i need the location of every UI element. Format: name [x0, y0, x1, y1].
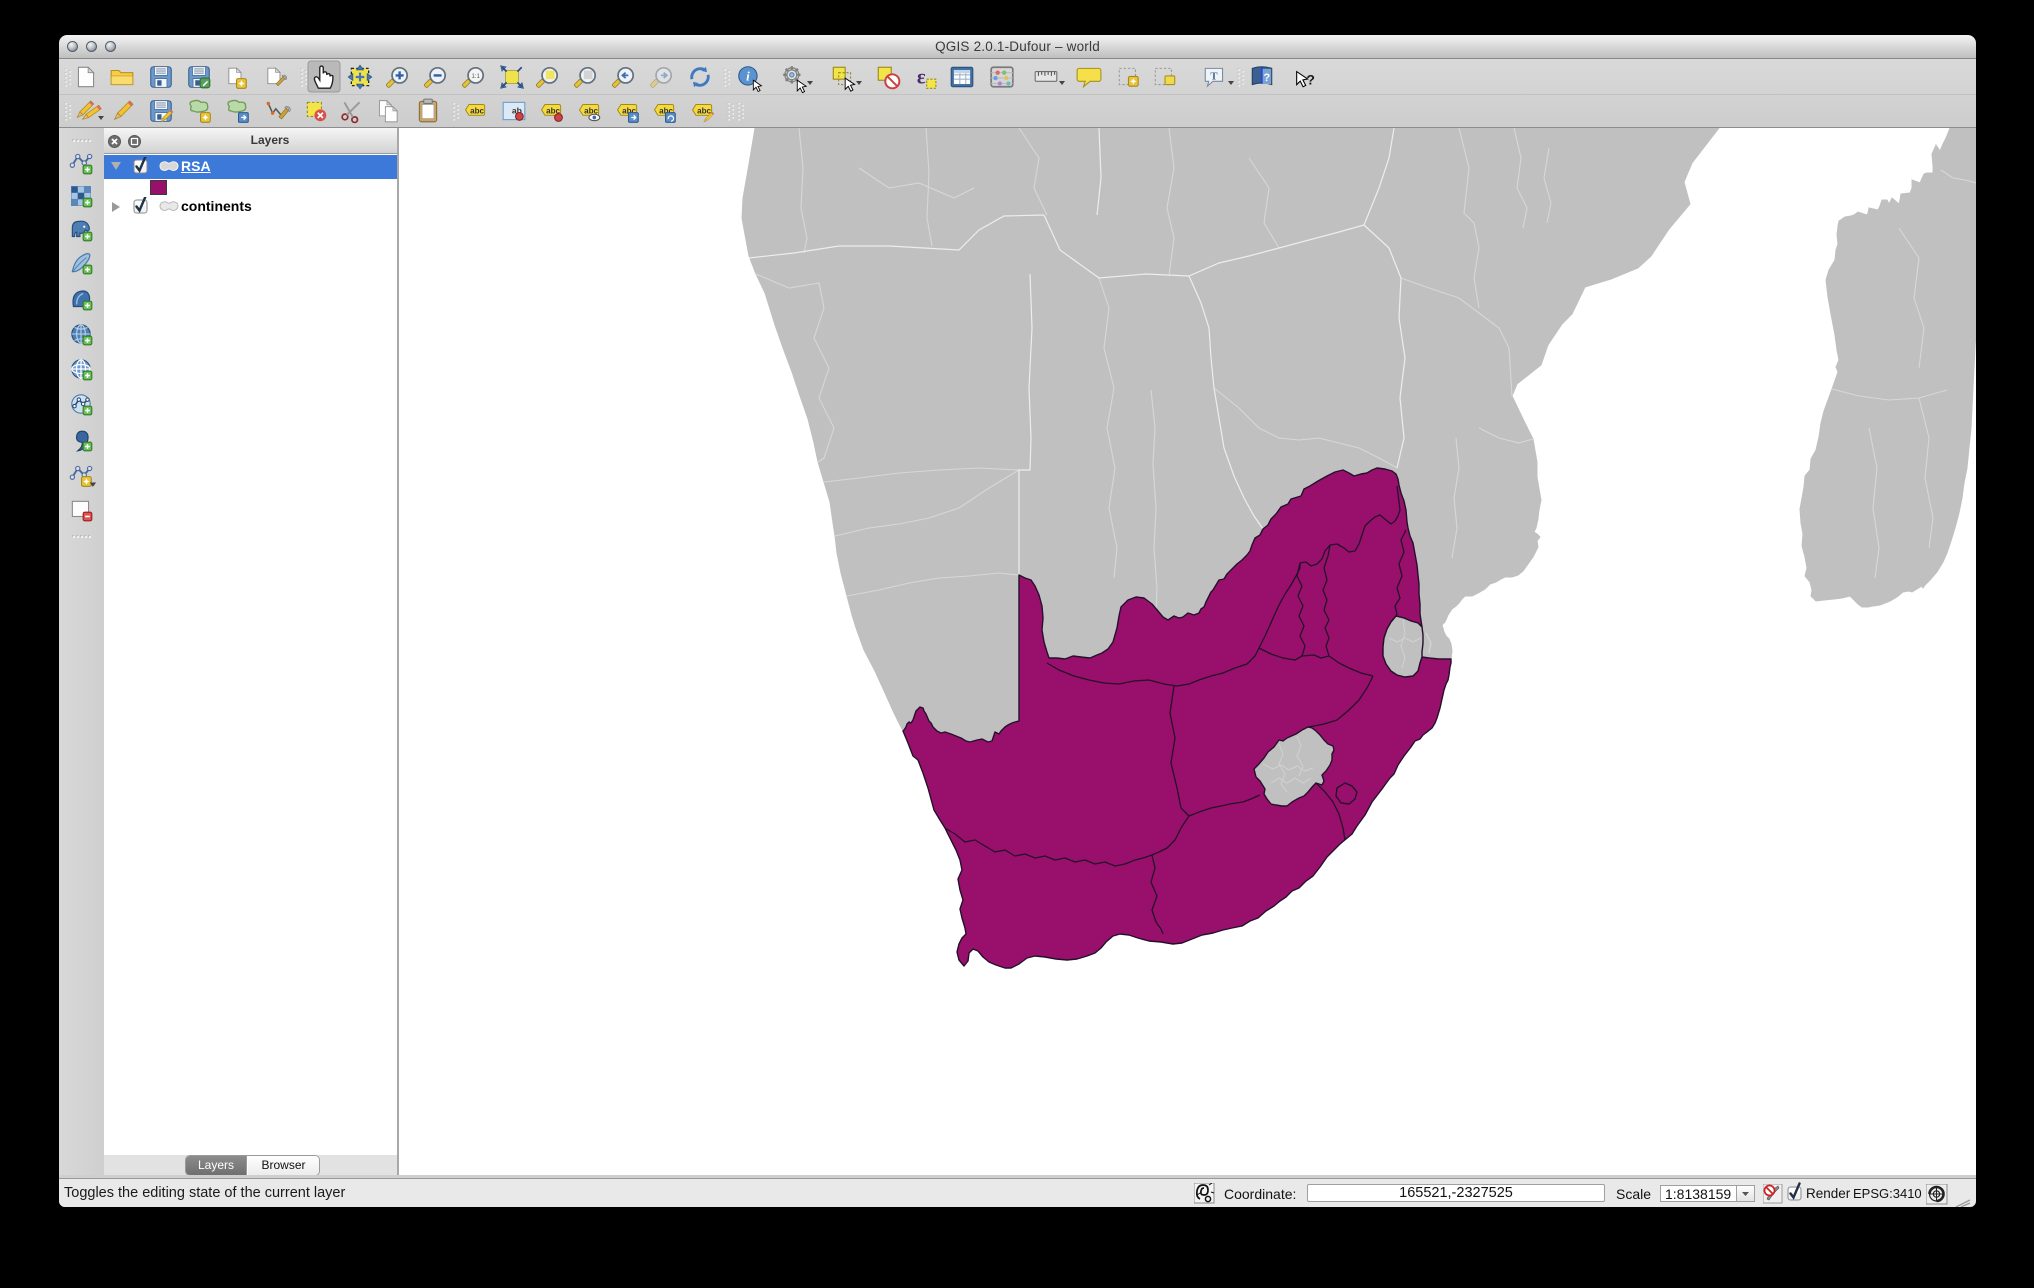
svg-text:?: ? — [1306, 72, 1315, 88]
svg-text:abc: abc — [470, 106, 484, 115]
svg-text:ε: ε — [917, 66, 926, 88]
svg-text:i: i — [746, 68, 750, 83]
svg-text:T: T — [1210, 71, 1218, 83]
svg-text:abc: abc — [697, 106, 711, 115]
svg-text:1:1: 1:1 — [471, 74, 480, 80]
svg-text:?: ? — [1264, 72, 1271, 84]
